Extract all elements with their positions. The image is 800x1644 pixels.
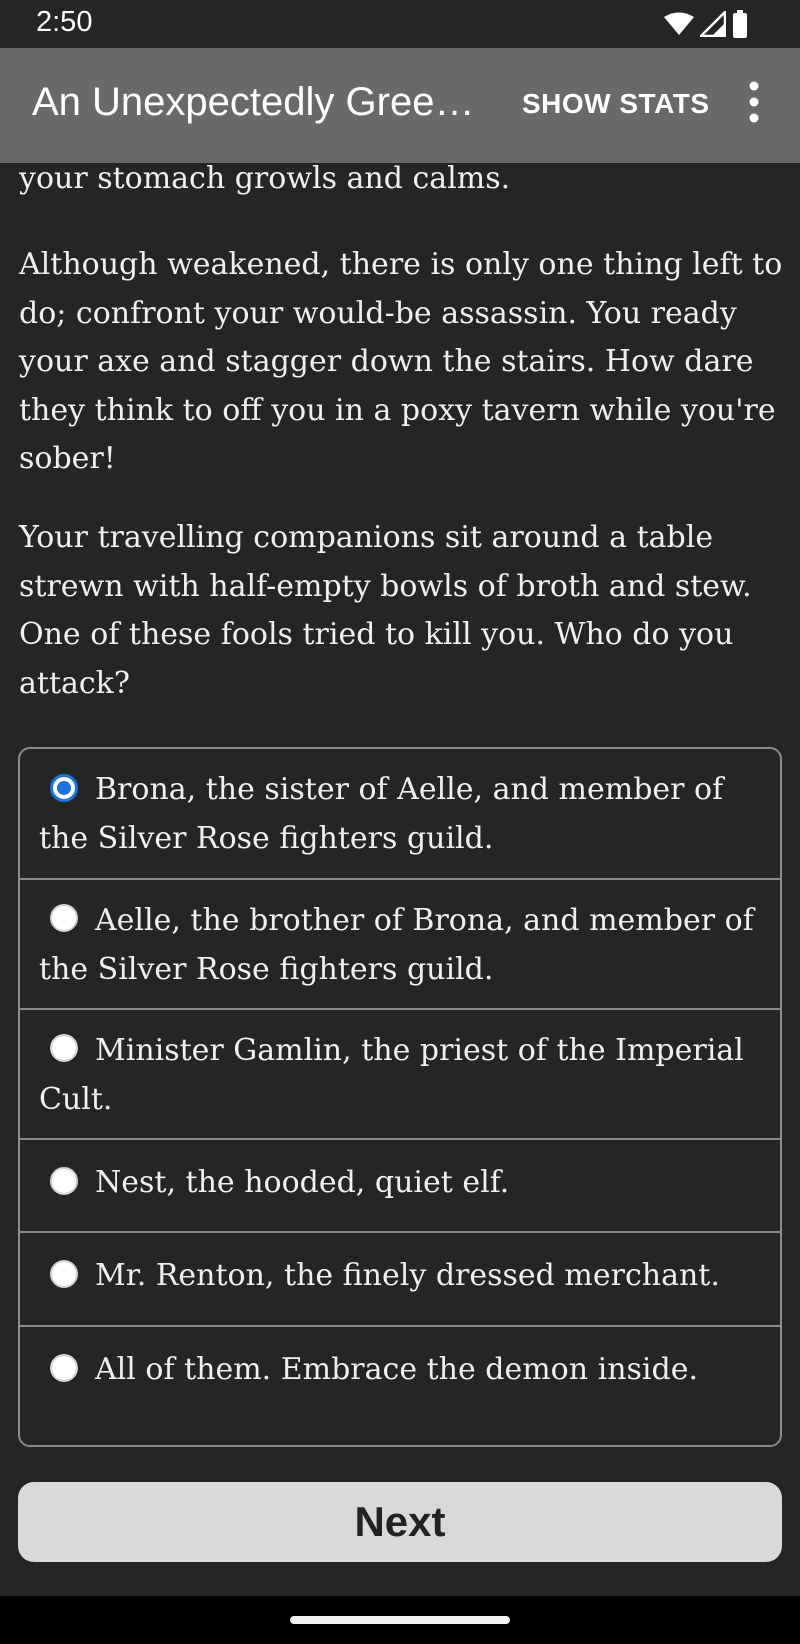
choice-label: Brona, the sister of Aelle, and member o… <box>39 772 724 856</box>
choice-label: Minister Gamlin, the priest of the Imper… <box>39 1033 744 1117</box>
app-bar: An Unexpectedly Green… SHOW STATS <box>0 48 800 163</box>
choice-label: Aelle, the brother of Brona, and member … <box>39 903 754 987</box>
choice-label: Mr. Renton, the finely dressed merchant. <box>95 1258 720 1293</box>
status-icons <box>664 10 748 38</box>
home-gesture-handle[interactable] <box>290 1616 510 1624</box>
choice-item[interactable]: Minister Gamlin, the priest of the Imper… <box>20 1008 780 1138</box>
choice-item[interactable]: Nest, the hooded, quiet elf. <box>20 1138 780 1231</box>
app-title: An Unexpectedly Green… <box>32 80 492 124</box>
choice-item[interactable]: Aelle, the brother of Brona, and member … <box>20 878 780 1008</box>
choice-item[interactable]: Brona, the sister of Aelle, and member o… <box>20 749 780 878</box>
battery-icon <box>732 10 748 38</box>
choice-label: All of them. Embrace the demon inside. <box>95 1352 699 1387</box>
screen: 2:50 An Unexpectedly Green… SHOW STATS y… <box>0 0 800 1644</box>
status-time: 2:50 <box>36 6 93 38</box>
story-paragraph: your stomach growls and calms. <box>19 161 511 196</box>
choice-item[interactable]: Mr. Renton, the finely dressed merchant. <box>20 1231 780 1325</box>
wifi-icon <box>664 12 694 36</box>
status-bar: 2:50 <box>0 0 800 48</box>
choice-list: Brona, the sister of Aelle, and member o… <box>18 747 782 1447</box>
more-vert-icon[interactable] <box>738 78 770 126</box>
story-paragraph: Your travelling companions sit around a … <box>19 520 752 701</box>
cell-signal-icon <box>700 11 726 37</box>
next-button[interactable]: Next <box>18 1482 782 1562</box>
choice-label: Nest, the hooded, quiet elf. <box>95 1165 510 1200</box>
navigation-bar <box>0 1596 800 1644</box>
choice-item[interactable]: All of them. Embrace the demon inside. <box>20 1325 780 1445</box>
show-stats-button[interactable]: SHOW STATS <box>522 88 710 120</box>
story-paragraph: Although weakened, there is only one thi… <box>19 247 783 476</box>
